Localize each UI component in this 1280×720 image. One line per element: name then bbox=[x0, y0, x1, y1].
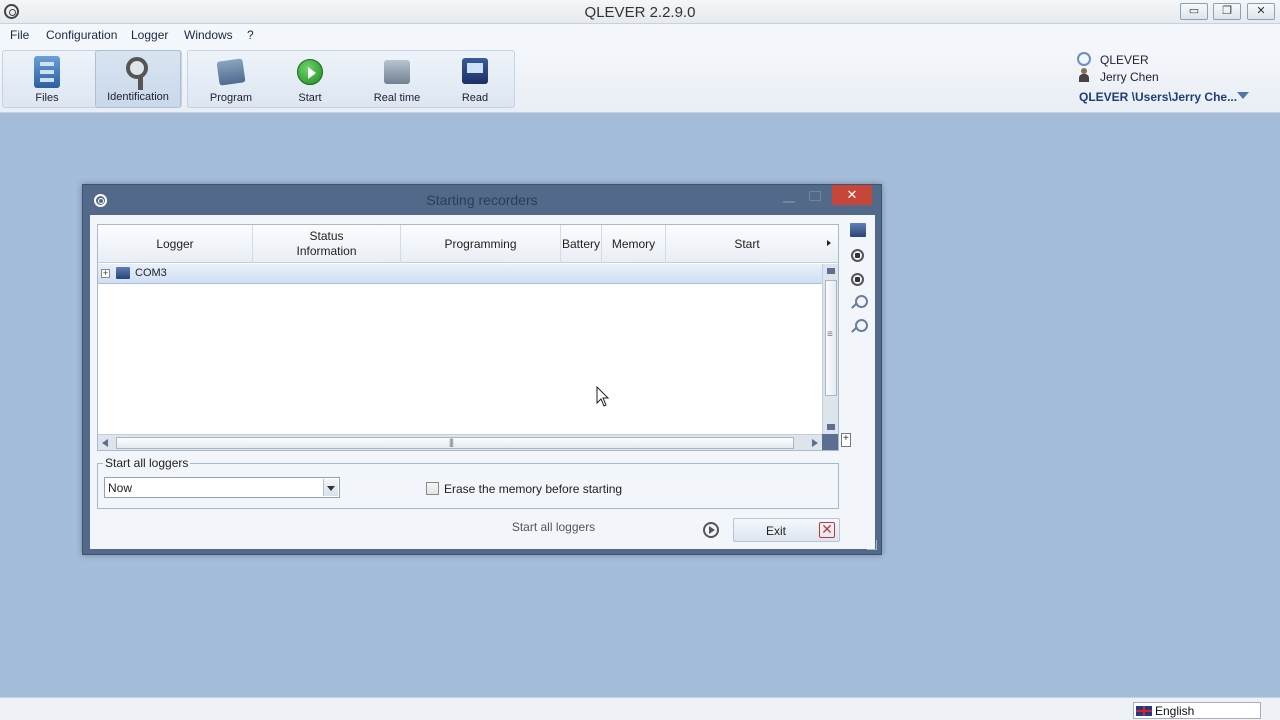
files-button[interactable]: Files bbox=[4, 50, 90, 108]
scroll-up-icon[interactable] bbox=[827, 268, 835, 274]
minimize-button[interactable]: ▭ bbox=[1180, 3, 1208, 20]
search-icon[interactable] bbox=[850, 295, 868, 309]
language-label: English bbox=[1155, 704, 1195, 718]
read-icon bbox=[462, 58, 488, 84]
col-memory[interactable]: Memory bbox=[602, 225, 666, 263]
vertical-scroll-thumb[interactable] bbox=[825, 280, 837, 396]
maximize-button[interactable]: ❐ bbox=[1213, 3, 1241, 20]
identification-label: Identification bbox=[107, 91, 169, 103]
uk-flag-icon bbox=[1136, 706, 1152, 716]
user-path: QLEVER \Users\Jerry Che... bbox=[1079, 90, 1238, 104]
col-battery[interactable]: Battery bbox=[561, 225, 602, 263]
menu-logger[interactable]: Logger bbox=[131, 28, 168, 42]
files-label: Files bbox=[35, 92, 59, 104]
chevron-down-icon[interactable] bbox=[323, 479, 338, 496]
com-port-icon bbox=[116, 267, 130, 279]
start-label: Start bbox=[298, 92, 322, 104]
grid-header: Logger Status Information Programming Ba… bbox=[98, 225, 838, 263]
close-icon: ✕ bbox=[819, 522, 835, 538]
window-title: QLEVER 2.2.9.0 bbox=[584, 4, 696, 21]
start-all-loggers-button[interactable]: Start all loggers bbox=[416, 515, 691, 539]
scroll-left-icon[interactable] bbox=[102, 439, 108, 447]
table-row[interactable]: + COM3 bbox=[98, 264, 822, 284]
vertical-scrollbar[interactable] bbox=[822, 264, 838, 434]
record-all-icon[interactable] bbox=[851, 273, 864, 286]
exit-button[interactable]: Exit ✕ bbox=[733, 518, 840, 542]
mouse-cursor-icon bbox=[596, 386, 610, 407]
start-button[interactable]: Start bbox=[272, 50, 348, 108]
col-status-line2: Information bbox=[296, 244, 357, 258]
menu-bar: File Configuration Logger Windows ? bbox=[0, 24, 1280, 46]
play-icon bbox=[297, 59, 323, 85]
language-selector[interactable]: English bbox=[1133, 702, 1261, 719]
magnifier-icon bbox=[124, 57, 152, 90]
filter-icon[interactable] bbox=[1237, 92, 1249, 102]
expand-all-icon[interactable] bbox=[841, 433, 851, 447]
col-status-line1: Status bbox=[309, 229, 344, 243]
realtime-label: Real time bbox=[373, 92, 421, 104]
horizontal-scroll-thumb[interactable] bbox=[116, 437, 794, 449]
play-circle-icon[interactable] bbox=[703, 522, 719, 538]
close-button[interactable]: ✕ bbox=[1247, 3, 1275, 20]
globe-icon bbox=[1077, 52, 1091, 66]
ribbon: Files Identification Program Start Real … bbox=[0, 46, 1280, 113]
program-icon bbox=[216, 58, 246, 86]
files-icon bbox=[34, 56, 60, 88]
realtime-button[interactable]: Real time bbox=[356, 50, 438, 108]
dialog-close-button[interactable]: ✕ bbox=[832, 185, 872, 205]
start-when-value: Now bbox=[108, 481, 133, 495]
user-name: Jerry Chen bbox=[1100, 70, 1159, 84]
col-logger[interactable]: Logger bbox=[98, 225, 253, 263]
title-bar: QLEVER 2.2.9.0 ▭ ❐ ✕ bbox=[0, 0, 1280, 24]
record-icon[interactable] bbox=[851, 249, 864, 262]
program-button[interactable]: Program bbox=[192, 50, 270, 108]
scroll-right-icon[interactable] bbox=[812, 439, 818, 447]
dialog-maximize-button[interactable] bbox=[809, 191, 821, 201]
row-label-com3: COM3 bbox=[135, 267, 167, 279]
identification-button[interactable]: Identification bbox=[95, 50, 181, 108]
group-title: Start all loggers bbox=[103, 456, 191, 470]
dialog-title: Starting recorders bbox=[426, 192, 538, 208]
header-scroll-right-icon[interactable] bbox=[827, 240, 831, 246]
resize-grip-icon[interactable] bbox=[867, 540, 877, 550]
start-when-select[interactable]: Now bbox=[104, 477, 340, 498]
start-all-loggers-label: Start all loggers bbox=[511, 520, 596, 534]
col-status-information[interactable]: Status Information bbox=[253, 225, 401, 263]
program-label: Program bbox=[209, 92, 253, 104]
starting-recorders-dialog: Starting recorders ✕ Logger Status Infor… bbox=[82, 184, 882, 555]
search-all-icon[interactable] bbox=[850, 319, 868, 333]
user-icon bbox=[1077, 68, 1091, 82]
horizontal-scrollbar[interactable] bbox=[98, 434, 822, 450]
read-button[interactable]: Read bbox=[440, 50, 510, 108]
scroll-down-icon[interactable] bbox=[827, 424, 835, 430]
status-bar: English bbox=[0, 697, 1280, 720]
menu-configuration[interactable]: Configuration bbox=[46, 28, 117, 42]
menu-windows[interactable]: Windows bbox=[184, 28, 233, 42]
org-name: QLEVER bbox=[1100, 53, 1149, 67]
erase-memory-label[interactable]: Erase the memory before starting bbox=[444, 482, 622, 496]
read-label: Read bbox=[461, 92, 489, 104]
loggers-grid: Logger Status Information Programming Ba… bbox=[97, 224, 839, 451]
exit-label: Exit bbox=[766, 524, 787, 538]
dialog-minimize-button[interactable] bbox=[783, 195, 795, 203]
logger-flag-icon[interactable] bbox=[850, 223, 866, 237]
expand-icon[interactable]: + bbox=[101, 269, 110, 278]
menu-help[interactable]: ? bbox=[247, 28, 254, 42]
menu-file[interactable]: File bbox=[10, 28, 29, 42]
start-all-loggers-group: Start all loggers Now Erase the memory b… bbox=[97, 456, 839, 509]
dialog-client-area: Logger Status Information Programming Ba… bbox=[90, 215, 875, 549]
col-programming[interactable]: Programming bbox=[401, 225, 561, 263]
scroll-corner bbox=[822, 434, 838, 450]
erase-memory-checkbox[interactable] bbox=[426, 482, 439, 495]
col-start[interactable]: Start bbox=[666, 225, 828, 263]
realtime-icon bbox=[384, 60, 410, 84]
